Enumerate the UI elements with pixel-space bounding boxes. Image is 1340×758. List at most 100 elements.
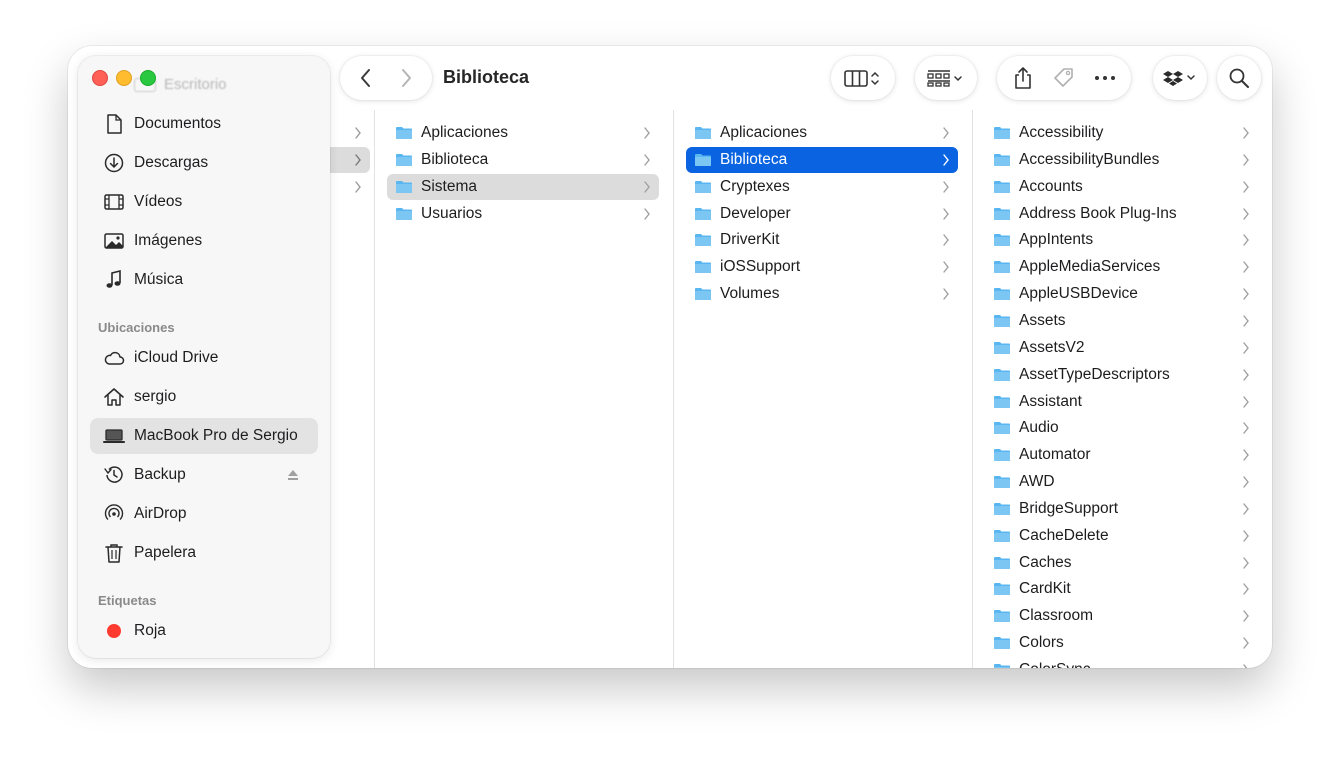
list-item[interactable]: Audio <box>985 415 1258 441</box>
list-item[interactable]: AppIntents <box>985 227 1258 253</box>
chevron-right-icon <box>943 154 949 166</box>
list-item[interactable] <box>330 120 370 146</box>
list-item[interactable] <box>330 147 370 173</box>
list-item[interactable]: Classroom <box>985 603 1258 629</box>
share-button[interactable] <box>1004 60 1042 96</box>
list-item[interactable]: Assistant <box>985 389 1258 415</box>
forward-button[interactable] <box>387 60 425 96</box>
chevron-right-icon <box>1243 154 1249 166</box>
chevron-right-icon <box>1243 503 1249 515</box>
list-item[interactable] <box>330 174 370 200</box>
sidebar-item-sergio[interactable]: sergio <box>90 379 318 415</box>
sidebar-item-imagenes[interactable]: Imágenes <box>90 223 318 259</box>
list-item[interactable]: AccessibilityBundles <box>985 147 1258 173</box>
column-2: Aplicaciones Biblioteca Sistema Usuarios <box>375 110 674 668</box>
list-item[interactable]: Assets <box>985 308 1258 334</box>
folder-name: AWD <box>1019 473 1055 491</box>
photo-icon <box>102 229 126 253</box>
laptop-icon <box>102 424 126 448</box>
sidebar-item-airdrop[interactable]: AirDrop <box>90 496 318 532</box>
sidebar-item-musica[interactable]: Música <box>90 262 318 298</box>
chevron-right-icon <box>1243 368 1249 381</box>
list-item[interactable]: Aplicaciones <box>387 120 659 146</box>
list-item[interactable]: iOSSupport <box>686 254 958 280</box>
navigation-group <box>340 56 432 100</box>
folder-name: AppleUSBDevice <box>1019 285 1138 303</box>
folder-name: Aplicaciones <box>421 124 509 141</box>
zoom-button[interactable] <box>140 70 156 86</box>
tag-button[interactable] <box>1045 60 1083 96</box>
list-item[interactable]: Aplicaciones <box>686 120 958 146</box>
sidebar-item-backup[interactable]: Backup <box>90 457 318 493</box>
sidebar-item-icloud-drive[interactable]: iCloud Drive <box>90 340 318 376</box>
chevron-right-icon <box>943 127 949 139</box>
group-by-button[interactable] <box>921 60 971 96</box>
list-item[interactable]: Address Book Plug-Ins <box>985 201 1258 227</box>
chevron-right-icon <box>355 154 361 166</box>
ellipsis-icon <box>1094 76 1115 80</box>
list-item[interactable]: AssetTypeDescriptors <box>985 362 1258 388</box>
list-item[interactable]: Developer <box>686 201 958 227</box>
list-item[interactable]: Cryptexes <box>686 174 958 200</box>
chevron-right-icon <box>1243 664 1248 668</box>
sidebar-item-descargas[interactable]: Descargas <box>90 145 318 181</box>
list-item[interactable]: Volumes <box>686 281 958 307</box>
list-item[interactable]: Biblioteca <box>686 146 958 173</box>
eject-icon[interactable] <box>286 468 300 482</box>
list-item[interactable]: CacheDelete <box>985 523 1258 549</box>
list-item[interactable]: AppleMediaServices <box>985 254 1258 280</box>
list-item[interactable]: Usuarios <box>387 201 659 227</box>
list-item[interactable]: Accessibility <box>985 120 1258 146</box>
list-item[interactable]: DriverKit <box>686 227 958 253</box>
window-title: Biblioteca <box>443 67 530 87</box>
folder-name: Caches <box>1019 553 1072 571</box>
list-item[interactable]: AssetsV2 <box>985 335 1258 361</box>
list-item[interactable]: BridgeSupport <box>985 496 1258 522</box>
sidebar-item-videos[interactable]: Vídeos <box>90 184 318 220</box>
folder-name: Volumes <box>720 285 780 303</box>
folder-name: Audio <box>1019 419 1059 437</box>
sidebar-item-papelera[interactable]: Papelera <box>90 535 318 571</box>
chevron-right-icon <box>402 69 411 87</box>
folder-name: DriverKit <box>720 231 780 249</box>
list-item[interactable]: Colors <box>985 630 1258 656</box>
list-item[interactable]: Biblioteca <box>387 147 659 173</box>
folder-icon <box>396 127 412 139</box>
list-item[interactable]: CardKit <box>985 576 1258 602</box>
list-item[interactable]: Automator <box>985 442 1258 468</box>
folder-icon <box>994 395 1010 408</box>
download-icon <box>102 151 126 175</box>
sidebar-item-documentos[interactable]: Documentos <box>90 106 318 142</box>
tag-icon <box>1054 68 1073 87</box>
folder-icon <box>994 664 1010 668</box>
folder-name: CardKit <box>1019 580 1071 598</box>
folder-name: Sistema <box>421 177 477 195</box>
list-item[interactable]: Sistema <box>387 173 659 200</box>
sidebar: Escritorio Documentos Descargas Vídeos I… <box>78 56 330 658</box>
folder-name: Automator <box>1019 446 1091 464</box>
list-item[interactable]: AWD <box>985 469 1258 495</box>
sidebar-item-tag-roja[interactable]: Roja <box>90 613 318 649</box>
folder-name: ColorSync <box>1019 661 1091 668</box>
folder-icon <box>994 476 1010 489</box>
list-item[interactable]: Accounts <box>985 174 1258 200</box>
chevron-right-icon <box>1243 342 1249 354</box>
folder-name: AccessibilityBundles <box>1019 150 1160 168</box>
folder-name: Classroom <box>1019 607 1094 625</box>
search-button[interactable] <box>1220 60 1258 96</box>
column-view-button[interactable] <box>837 60 889 96</box>
list-item[interactable]: Caches <box>985 550 1258 576</box>
list-item[interactable]: ColorSync <box>985 657 1258 668</box>
folder-name: Usuarios <box>421 204 483 222</box>
folder-name: AppIntents <box>1019 231 1094 249</box>
list-item[interactable]: AppleUSBDevice <box>985 281 1258 307</box>
minimize-button[interactable] <box>116 70 132 86</box>
sidebar-item-macbook-pro[interactable]: MacBook Pro de Sergio <box>90 418 318 454</box>
window-controls <box>92 70 156 86</box>
more-button[interactable] <box>1086 60 1124 96</box>
folder-name: Biblioteca <box>720 150 788 168</box>
back-button[interactable] <box>347 60 385 96</box>
close-button[interactable] <box>92 70 108 86</box>
folder-name: Address Book Plug-Ins <box>1019 204 1177 222</box>
dropbox-button[interactable] <box>1159 60 1201 96</box>
